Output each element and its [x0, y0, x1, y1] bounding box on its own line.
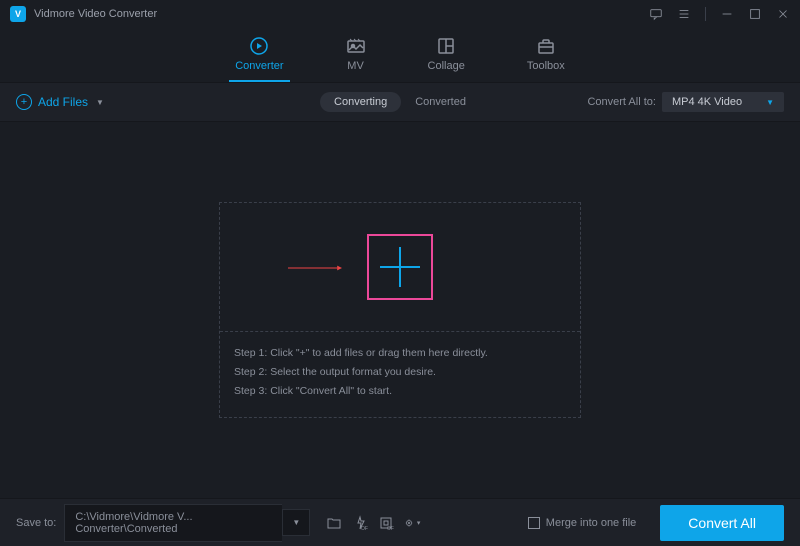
- merge-checkbox[interactable]: Merge into one file: [528, 517, 637, 529]
- drop-zone[interactable]: Step 1: Click "+" to add files or drag t…: [219, 202, 581, 418]
- toolbox-icon: [536, 36, 556, 56]
- checkbox-icon: [528, 517, 540, 529]
- tab-mv[interactable]: MV: [340, 36, 372, 82]
- app-title: Vidmore Video Converter: [34, 8, 157, 20]
- convert-all-to-label: Convert All to:: [587, 96, 655, 108]
- chevron-down-icon: ▼: [96, 98, 104, 107]
- seg-converted[interactable]: Converted: [401, 92, 480, 112]
- bottom-bar: Save to: C:\Vidmore\Vidmore V... Convert…: [0, 498, 800, 546]
- plus-circle-icon: +: [16, 94, 32, 110]
- output-format-select[interactable]: MP4 4K Video ▼: [662, 92, 784, 112]
- tab-mv-label: MV: [347, 60, 364, 72]
- tab-toolbox[interactable]: Toolbox: [521, 36, 571, 82]
- menu-icon[interactable]: [677, 7, 691, 21]
- svg-text:OFF: OFF: [361, 526, 368, 531]
- divider: [705, 7, 706, 21]
- add-file-highlight-box: [367, 234, 433, 300]
- step-3: Step 3: Click "Convert All" to start.: [234, 382, 566, 401]
- step-2: Step 2: Select the output format you des…: [234, 363, 566, 382]
- drop-zone-steps: Step 1: Click "+" to add files or drag t…: [220, 331, 580, 417]
- app-logo-icon: V: [10, 6, 26, 22]
- step-1: Step 1: Click "+" to add files or drag t…: [234, 344, 566, 363]
- tab-toolbox-label: Toolbox: [527, 60, 565, 72]
- convert-all-button[interactable]: Convert All: [660, 505, 784, 541]
- mv-icon: [346, 36, 366, 56]
- save-path-control: C:\Vidmore\Vidmore V... Converter\Conver…: [64, 504, 310, 542]
- arrow-annotation-icon: [270, 265, 360, 271]
- tab-converter-label: Converter: [235, 60, 283, 72]
- main-area: Step 1: Click "+" to add files or drag t…: [0, 122, 800, 498]
- save-path-dropdown[interactable]: ▼: [282, 509, 310, 536]
- conversion-state-segmented: Converting Converted: [320, 92, 480, 112]
- minimize-icon[interactable]: [720, 7, 734, 21]
- seg-converting[interactable]: Converting: [320, 92, 401, 112]
- drop-zone-top: [220, 203, 580, 331]
- main-tabs: Converter MV Collage Toolbox: [0, 28, 800, 82]
- collage-icon: [436, 36, 456, 56]
- converter-icon: [249, 36, 269, 56]
- tab-converter[interactable]: Converter: [229, 36, 289, 82]
- maximize-icon[interactable]: [748, 7, 762, 21]
- chevron-down-icon: ▼: [766, 98, 774, 107]
- feedback-icon[interactable]: [649, 7, 663, 21]
- plus-icon[interactable]: [380, 247, 420, 287]
- save-path-input[interactable]: C:\Vidmore\Vidmore V... Converter\Conver…: [64, 504, 282, 542]
- close-icon[interactable]: [776, 7, 790, 21]
- add-files-label: Add Files: [38, 95, 88, 109]
- output-format-value: MP4 4K Video: [672, 96, 742, 108]
- add-files-button[interactable]: + Add Files ▼: [16, 94, 104, 110]
- save-to-label: Save to:: [16, 517, 56, 529]
- toolbar: + Add Files ▼ Converting Converted Conve…: [0, 82, 800, 122]
- tab-collage[interactable]: Collage: [422, 36, 471, 82]
- titlebar: V Vidmore Video Converter: [0, 0, 800, 28]
- merge-label: Merge into one file: [546, 517, 637, 529]
- tab-collage-label: Collage: [428, 60, 465, 72]
- svg-text:OFF: OFF: [387, 526, 394, 531]
